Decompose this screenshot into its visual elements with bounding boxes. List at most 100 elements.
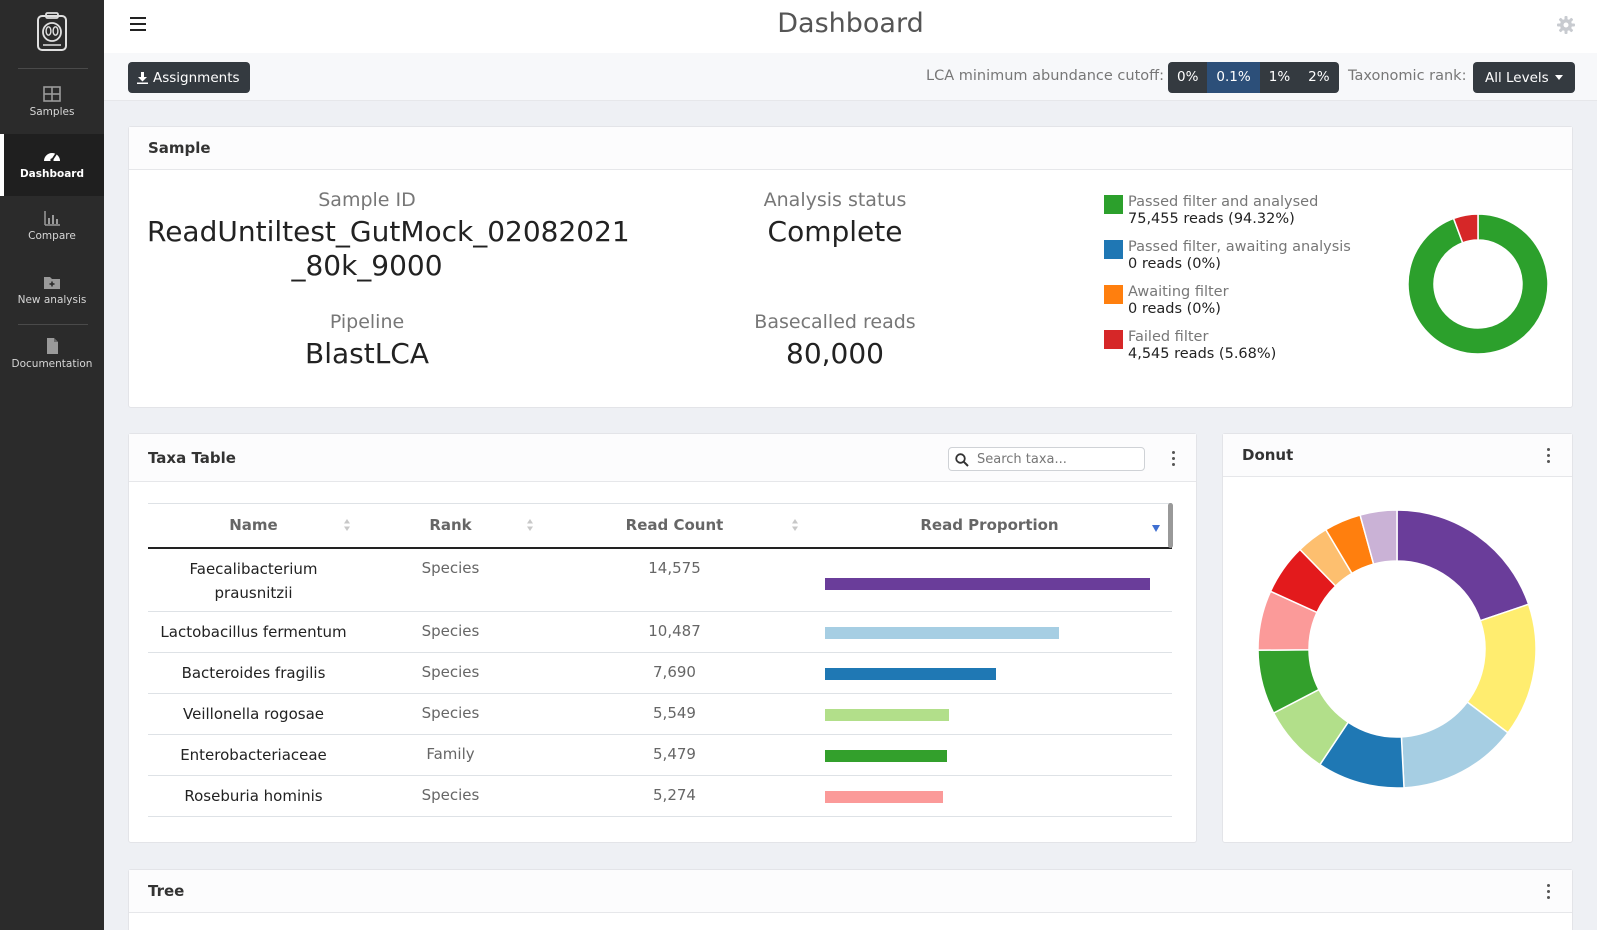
more-options-icon[interactable]: [1547, 448, 1551, 464]
legend-label: Awaiting filter: [1128, 284, 1229, 300]
legend-item-failed-filter: Failed filter 4,545 reads (5.68%): [1104, 329, 1276, 363]
table-row[interactable]: Enterobacteriaceae Family 5,479: [148, 734, 1172, 776]
sidebar-item-documentation[interactable]: Documentation: [0, 324, 104, 386]
card-title: Taxa Table: [148, 449, 236, 467]
card-header: Donut: [1223, 434, 1572, 477]
card-header: Tree: [129, 870, 1572, 913]
folder-plus-icon: [44, 277, 60, 289]
toolbar: Assignments LCA minimum abundance cutoff…: [104, 53, 1597, 101]
legend-label: Failed filter: [1128, 329, 1209, 345]
chevron-down-icon: [1554, 75, 1563, 80]
analysis-status-value: Complete: [767, 215, 903, 248]
taxon-rank: Species: [359, 611, 542, 653]
taxon-read-count: 14,575: [542, 547, 807, 612]
table-row[interactable]: Lactobacillus fermentum Species 10,487: [148, 611, 1172, 653]
taxon-name: Lactobacillus fermentum: [148, 611, 359, 653]
card-header: Sample: [129, 127, 1572, 170]
taxon-read-count: 5,274: [542, 775, 807, 817]
search-icon: [955, 453, 969, 467]
sidebar-item-new-analysis[interactable]: New analysis: [0, 260, 104, 322]
donut-card: Donut: [1222, 433, 1573, 843]
proportion-bar: [825, 791, 943, 803]
sort-icon: [344, 519, 350, 531]
column-header-label: Read Count: [625, 516, 724, 535]
taxon-rank: Species: [359, 775, 542, 817]
sort-icon: [527, 519, 533, 531]
card-title: Donut: [1242, 446, 1294, 464]
analysis-status-label: Analysis status: [763, 189, 907, 211]
card-title: Tree: [148, 882, 185, 900]
legend-swatch: [1104, 195, 1123, 214]
table-scrollbar[interactable]: [1168, 503, 1173, 548]
taxon-name: Enterobacteriaceae: [148, 734, 359, 776]
download-icon: [137, 71, 148, 84]
legend-item-passed-awaiting: Passed filter, awaiting analysis 0 reads…: [1104, 239, 1351, 273]
sidebar-item-label: Samples: [29, 106, 75, 118]
taxon-read-proportion: [807, 693, 1172, 735]
proportion-bar: [825, 627, 1059, 639]
sample-id-value: ReadUntiltest_GutMock_02082021 _80k_9000: [147, 215, 630, 283]
taxon-name: Roseburia hominis: [148, 775, 359, 817]
taxon-read-count: 5,479: [542, 734, 807, 776]
legend-value: 4,545 reads (5.68%): [1128, 346, 1277, 362]
taxa-search-input[interactable]: [977, 450, 1137, 468]
taxon-read-count: 5,549: [542, 693, 807, 735]
column-header-label: Rank: [429, 516, 472, 535]
taxon-read-proportion: [807, 652, 1172, 694]
legend-label: Passed filter and analysed: [1128, 194, 1319, 210]
column-header-read-proportion[interactable]: Read Proportion: [807, 503, 1172, 549]
sample-id-block: Sample ID ReadUntiltest_GutMock_02082021…: [147, 189, 630, 283]
sidebar-item-dashboard[interactable]: Dashboard: [0, 134, 104, 196]
table-row[interactable]: Faecalibacterium prausnitzii Species 14,57…: [148, 547, 1172, 612]
rank-value: All Levels: [1485, 69, 1549, 86]
table-row[interactable]: Roseburia hominis Species 5,274: [148, 775, 1172, 817]
proportion-bar: [825, 750, 947, 762]
legend-label: Passed filter, awaiting analysis: [1128, 239, 1351, 255]
column-header-read-count[interactable]: Read Count: [542, 503, 807, 549]
pipeline-label: Pipeline: [329, 311, 405, 333]
assignments-label: Assignments: [153, 69, 240, 86]
basecalled-reads-block: Basecalled reads 80,000: [615, 311, 1055, 371]
sidebar-item-compare[interactable]: Compare: [0, 196, 104, 258]
assignments-download-button[interactable]: Assignments: [128, 62, 250, 93]
card-header: Taxa Table: [129, 434, 1196, 482]
taxa-table: Name Rank Read Count Read Proportion Fae…: [148, 503, 1172, 817]
taxon-rank: Family: [359, 734, 542, 776]
gauge-icon: [44, 153, 60, 162]
taxa-search-field[interactable]: [948, 447, 1145, 471]
proportion-bar: [825, 577, 1150, 590]
file-icon: [47, 338, 58, 354]
sample-card: Sample Sample ID ReadUntiltest_GutMock_0…: [128, 126, 1573, 408]
more-options-icon[interactable]: [1172, 451, 1176, 467]
sample-id-line: _80k_9000: [291, 249, 443, 282]
app-logo-icon[interactable]: [32, 12, 72, 54]
sidebar-item-label: Documentation: [11, 358, 93, 370]
cutoff-option-2[interactable]: 2%: [1299, 62, 1339, 93]
nav-divider: [18, 68, 88, 69]
top-bar: Dashboard: [104, 0, 1597, 53]
column-header-name[interactable]: Name: [148, 503, 359, 549]
taxonomic-rank-dropdown[interactable]: All Levels: [1473, 62, 1575, 93]
cutoff-option-0-1[interactable]: 0.1%: [1207, 62, 1260, 93]
cutoff-option-0[interactable]: 0%: [1168, 62, 1208, 93]
cutoff-button-group: 0% 0.1% 1% 2%: [1168, 62, 1339, 93]
proportion-bar: [825, 709, 949, 721]
card-title: Sample: [148, 139, 211, 157]
gear-icon[interactable]: [1557, 16, 1575, 34]
sidebar-item-label: Dashboard: [19, 168, 85, 180]
column-header-rank[interactable]: Rank: [359, 503, 542, 549]
legend-item-awaiting-filter: Awaiting filter 0 reads (0%): [1104, 284, 1229, 318]
sample-id-line: ReadUntiltest_GutMock_02082021: [147, 215, 630, 248]
table-row[interactable]: Veillonella rogosae Species 5,549: [148, 693, 1172, 735]
tree-card: Tree: [128, 869, 1573, 930]
taxon-read-proportion: [807, 734, 1172, 776]
sidebar-item-samples[interactable]: Samples: [0, 72, 104, 134]
table-row[interactable]: Bacteroides fragilis Species 7,690: [148, 652, 1172, 694]
pipeline-value: BlastLCA: [304, 337, 430, 370]
taxa-donut-chart: [1257, 509, 1537, 789]
legend-value: 0 reads (0%): [1128, 256, 1221, 272]
taxa-donut-slice-0[interactable]: [1396, 509, 1530, 622]
analysis-status-block: Analysis status Complete: [615, 189, 1055, 249]
cutoff-option-1[interactable]: 1%: [1259, 62, 1300, 93]
more-options-icon[interactable]: [1547, 884, 1551, 900]
